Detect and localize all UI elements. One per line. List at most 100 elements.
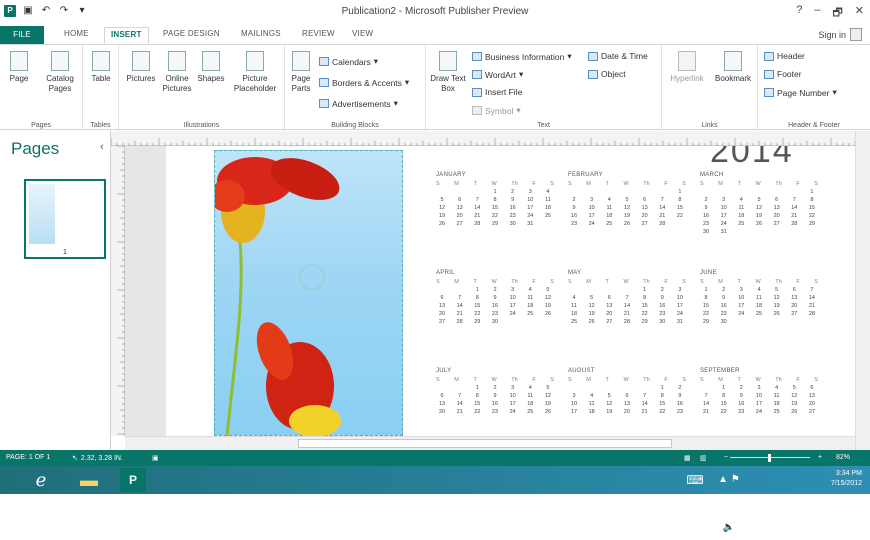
calendar-month[interactable]: SEPTEMBER S M T W Th F S 1 2 3 4 5 6 7 8 9 10 11 12 13 14 15 16…: [700, 368, 818, 416]
calendar-month[interactable]: FEBRUARY S M T W Th F S 1 2 3 4 5 6 7 8 9 10 11 12 13 14 15 16 1…: [568, 172, 686, 228]
day-cell: [771, 228, 783, 236]
calendar-month[interactable]: JANUARY S M T W Th F S 1 2 3 4 5 6 7 8 9 10 11 12 13 14 15 16 17…: [436, 172, 554, 228]
internet-explorer-icon[interactable]: ℯ: [28, 468, 54, 492]
calendar-month[interactable]: AUGUST S M T W Th F S 1 2 3 4 5 6 7 8 9 10 11 12 13 14 15 16 17 1…: [568, 368, 686, 416]
shapes-button[interactable]: Shapes: [195, 51, 227, 84]
help-button[interactable]: ?: [796, 4, 802, 23]
day-cell: 12: [544, 393, 551, 399]
page-thumbnail[interactable]: 1: [24, 179, 106, 259]
day-cell: 23: [676, 409, 683, 415]
week-row: 9 10 11 12 13 14 15: [568, 204, 686, 212]
date-time-button[interactable]: Date & Time: [588, 51, 648, 61]
day-header: S: [436, 279, 440, 285]
object-button[interactable]: Object: [588, 69, 626, 79]
week-row: 7 8 9 10 11 12 13: [700, 392, 818, 400]
zoom-slider-thumb[interactable]: [768, 454, 771, 462]
day-headers: S M T W Th F S: [568, 376, 686, 384]
minimize-button[interactable]: –: [814, 4, 820, 23]
close-button[interactable]: ✕: [855, 4, 864, 23]
layout-icon[interactable]: ▣: [152, 454, 159, 462]
restore-button[interactable]: 🗗: [832, 4, 842, 23]
day-cell: 16: [720, 303, 727, 309]
insert-file-button[interactable]: Insert File: [472, 87, 522, 97]
file-explorer-icon[interactable]: ▬: [76, 468, 102, 492]
calendar-month[interactable]: APRIL S M T W Th F S 1 2 3 4 5 6 7 8 9 10 11 12 13 14 15 16 17 18…: [436, 270, 554, 326]
bookmark-label: Bookmark: [714, 74, 751, 83]
day-cell: 14: [702, 401, 710, 407]
keyboard-icon[interactable]: ⌨: [682, 468, 708, 492]
day-header: S: [814, 279, 818, 285]
day-header: W: [623, 181, 629, 187]
calendar-month[interactable]: JULY S M T W Th F S 1 2 3 4 5 6 7 8 9 10 11 12 13 14 15 16 17 18 1…: [436, 368, 554, 416]
single-page-view-icon[interactable]: ▦: [684, 454, 691, 462]
tab-insert[interactable]: INSERT: [104, 27, 149, 44]
collapse-panel-icon[interactable]: ‹: [100, 141, 104, 153]
vertical-scrollbar[interactable]: [855, 131, 870, 450]
tab-home[interactable]: HOME: [58, 27, 95, 44]
day-cell: 9: [493, 295, 497, 301]
tab-review[interactable]: REVIEW: [296, 27, 341, 44]
week-row: 27 28 29 30: [436, 318, 554, 326]
picture-placeholder-icon: [246, 51, 264, 71]
calendar-year[interactable]: 2014: [710, 146, 794, 171]
calendar-month[interactable]: MARCH S M T W Th F S 1 2 3 4 5 6 7 8 9 10 11 12 13 14 15 16 17 18…: [700, 172, 818, 236]
vertical-ruler[interactable]: [111, 145, 125, 436]
calendar-month[interactable]: JUNE S M T W Th F S 1 2 3 4 5 6 7 8 9 10 11 12 13 14 15 16 17 18 1…: [700, 270, 818, 326]
advertisements-button[interactable]: Advertisements ▾: [319, 98, 398, 109]
day-cell: 8: [660, 393, 664, 399]
tab-page-design[interactable]: PAGE DESIGN: [157, 27, 226, 44]
zoom-in-icon[interactable]: +: [818, 454, 822, 461]
business-information-button[interactable]: Business Information ▾: [472, 51, 572, 62]
day-cell: 29: [702, 319, 710, 325]
zoom-out-icon[interactable]: −: [724, 454, 728, 461]
symbol-button[interactable]: Symbol ▾: [472, 105, 521, 116]
sign-in[interactable]: Sign in: [818, 28, 862, 41]
day-cell: [621, 384, 633, 392]
tab-mailings[interactable]: MAILINGS: [235, 27, 287, 44]
flower-photo[interactable]: [209, 150, 403, 436]
bookmark-button[interactable]: Bookmark: [710, 51, 756, 84]
day-headers: S M T W Th F S: [436, 376, 554, 384]
document-canvas[interactable]: 2014 JANUARY S M T W Th F S 1 2 3 4 5 6 7 8 9 10 11 12 13 14 1…: [125, 146, 855, 436]
horizontal-scrollbar[interactable]: [125, 436, 855, 450]
page-indicator[interactable]: PAGE: 1 OF 1: [6, 454, 50, 461]
tray-icons[interactable]: ▲ ⚑ ▮ ◢ 🔈: [716, 468, 742, 533]
tab-view[interactable]: VIEW: [346, 27, 379, 44]
day-cell: 20: [808, 401, 815, 407]
header-icon: [764, 51, 774, 61]
picture-placeholder-button[interactable]: Picture Placeholder: [229, 51, 281, 94]
day-cell: [771, 318, 783, 326]
borders-accents-button[interactable]: Borders & Accents ▾: [319, 77, 409, 88]
day-cell: 8: [704, 295, 708, 301]
windows-taskbar: ℯ ▬ P ⌨ ▲ ⚑ ▮ ◢ 🔈 3:34 PM 7/15/2012: [0, 466, 870, 533]
online-pictures-button[interactable]: Online Pictures: [159, 51, 195, 94]
publisher-taskbar-icon[interactable]: P: [120, 468, 146, 492]
day-header: F: [664, 279, 668, 285]
page-parts-button[interactable]: Page Parts: [287, 51, 315, 94]
header-button[interactable]: Header: [764, 51, 805, 61]
draw-text-box-button[interactable]: Draw Text Box: [430, 51, 466, 94]
day-cell: 13: [808, 393, 815, 399]
title-bar: P ▣ ↶ ↷ ▾ Publication2 - Microsoft Publi…: [0, 0, 870, 24]
month-name: AUGUST: [568, 368, 595, 374]
zoom-level[interactable]: 82%: [836, 454, 850, 461]
page-number-button[interactable]: Page Number ▾: [764, 87, 837, 98]
week-row: 15 16 17 18 19 20 21: [700, 302, 818, 310]
table-button[interactable]: Table: [87, 51, 115, 84]
day-cell: 20: [623, 409, 631, 415]
horizontal-ruler[interactable]: [111, 131, 870, 146]
hyperlink-button[interactable]: Hyperlink: [664, 51, 710, 84]
tab-file[interactable]: FILE: [0, 26, 44, 44]
wordart-button[interactable]: WordArt ▾: [472, 69, 523, 80]
system-clock[interactable]: 3:34 PM 7/15/2012: [831, 469, 862, 489]
calendar-month[interactable]: MAY S M T W Th F S 1 2 3 4 5 6 7 8 9 10 11 12 13 14 15 16 17 18 19…: [568, 270, 686, 326]
footer-button[interactable]: Footer: [764, 69, 802, 79]
borders-label: Borders & Accents: [332, 77, 402, 88]
horizontal-scroll-thumb[interactable]: [298, 439, 672, 448]
catalog-pages-button[interactable]: Catalog Pages: [40, 51, 80, 94]
two-page-view-icon[interactable]: ▥: [700, 454, 707, 462]
calendars-button[interactable]: Calendars ▾: [319, 56, 378, 67]
pictures-button[interactable]: Pictures: [123, 51, 159, 84]
day-header: S: [682, 279, 686, 285]
page-button[interactable]: Page: [4, 51, 34, 84]
